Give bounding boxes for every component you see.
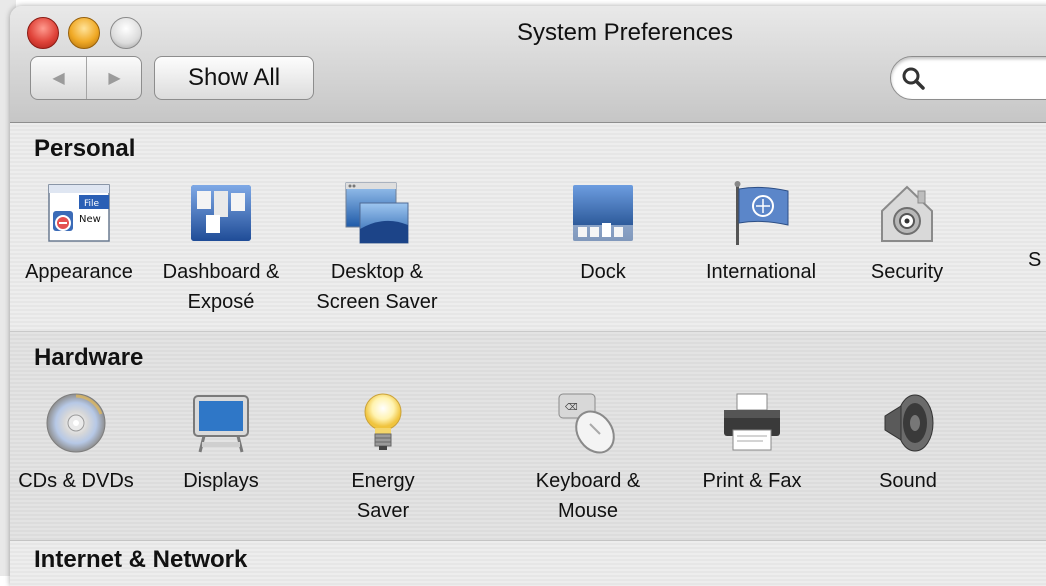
desktop-icon xyxy=(345,182,409,244)
section-hardware: Hardware CDs & DVDs Displays Energy Save… xyxy=(10,332,1046,541)
svg-text:New: New xyxy=(79,214,101,225)
forward-button[interactable]: ▶ xyxy=(87,57,141,99)
keyboard-mouse-icon: ⌫ xyxy=(558,393,615,454)
search-field[interactable] xyxy=(890,56,1046,100)
cd-icon xyxy=(46,393,106,453)
pref-label: International xyxy=(705,261,817,283)
svg-text:File: File xyxy=(84,199,100,209)
pref-cds-dvds[interactable]: CDs & DVDs xyxy=(10,390,151,496)
section-title-hardware: Hardware xyxy=(34,344,144,371)
pref-print-fax[interactable]: Print & Fax xyxy=(677,390,827,496)
pref-displays[interactable]: Displays xyxy=(146,390,296,496)
pref-keyboard-mouse[interactable]: ⌫ Keyboard & Mouse xyxy=(513,390,663,526)
svg-text:⌫: ⌫ xyxy=(564,403,578,413)
pref-label: Dock xyxy=(580,261,626,283)
security-icon xyxy=(881,185,933,242)
pref-label: CDs & DVDs xyxy=(18,470,134,492)
pref-label-partial[interactable]: S xyxy=(1028,249,1041,272)
search-input[interactable] xyxy=(931,65,1046,93)
window-title: System Preferences xyxy=(516,19,734,46)
pref-sound[interactable]: Sound xyxy=(833,390,983,496)
toolbar: System Preferences ◀ ▶ Show All xyxy=(10,6,1046,123)
section-title-personal: Personal xyxy=(34,135,136,162)
show-all-button[interactable]: Show All xyxy=(154,56,314,100)
pref-label: Appearance xyxy=(25,261,133,283)
back-forward-control: ◀ ▶ xyxy=(30,56,142,100)
bulb-icon xyxy=(364,393,402,450)
forward-arrow-icon: ▶ xyxy=(108,70,121,87)
pref-energy-saver[interactable]: Energy Saver xyxy=(308,390,458,526)
section-title-internet-network: Internet & Network xyxy=(34,546,248,573)
system-preferences-window: System Preferences ◀ ▶ Show All Personal xyxy=(10,6,1046,586)
pref-label: Sound xyxy=(879,470,937,492)
appearance-icon: File New xyxy=(48,184,110,242)
pref-label: Dashboard & Exposé xyxy=(162,261,280,313)
pref-dock[interactable]: Dock xyxy=(528,181,678,287)
speaker-icon xyxy=(884,394,934,452)
pref-label: Displays xyxy=(183,470,259,492)
pref-label: Desktop & Screen Saver xyxy=(316,261,438,313)
pref-desktop-screen-saver[interactable]: Desktop & Screen Saver xyxy=(302,181,452,317)
back-arrow-icon: ◀ xyxy=(52,70,65,87)
section-internet-network: Internet & Network xyxy=(10,541,1046,586)
printer-icon xyxy=(724,393,780,451)
section-personal: Personal File New Appearance Dashboard &… xyxy=(10,123,1046,332)
pref-appearance[interactable]: File New Appearance xyxy=(10,181,154,287)
display-icon xyxy=(193,395,249,453)
international-icon xyxy=(734,181,789,245)
search-icon xyxy=(902,67,925,90)
back-button[interactable]: ◀ xyxy=(31,57,87,99)
pref-label: Keyboard & Mouse xyxy=(535,470,641,522)
pref-label: Energy Saver xyxy=(351,470,415,522)
dock-icon xyxy=(573,185,633,241)
pref-international[interactable]: International xyxy=(686,181,836,287)
pref-label: Print & Fax xyxy=(702,470,802,492)
pref-security[interactable]: Security xyxy=(832,181,982,287)
pref-dashboard-expose[interactable]: Dashboard & Exposé xyxy=(146,181,296,317)
dashboard-icon xyxy=(191,185,251,241)
pref-label: Security xyxy=(870,261,944,283)
